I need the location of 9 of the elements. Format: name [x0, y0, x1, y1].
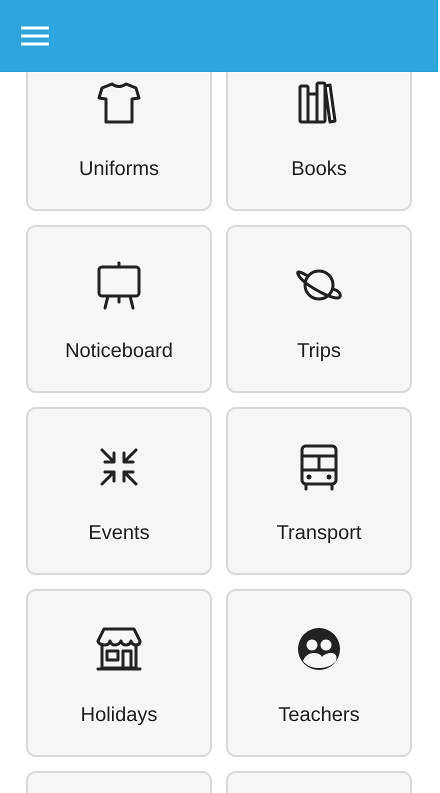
category-tile[interactable]: Books	[226, 72, 412, 211]
category-tile[interactable]: Trips	[226, 225, 412, 393]
category-tile[interactable]: Teachers	[226, 589, 412, 757]
category-tile[interactable]: Events	[26, 407, 212, 575]
category-tile[interactable]: Holidays	[26, 589, 212, 757]
menu-icon[interactable]	[20, 25, 50, 47]
category-tile[interactable]: Transport	[226, 407, 412, 575]
category-tile[interactable]: Uniforms	[26, 72, 212, 211]
category-tile[interactable]: Noticeboard	[26, 225, 212, 393]
